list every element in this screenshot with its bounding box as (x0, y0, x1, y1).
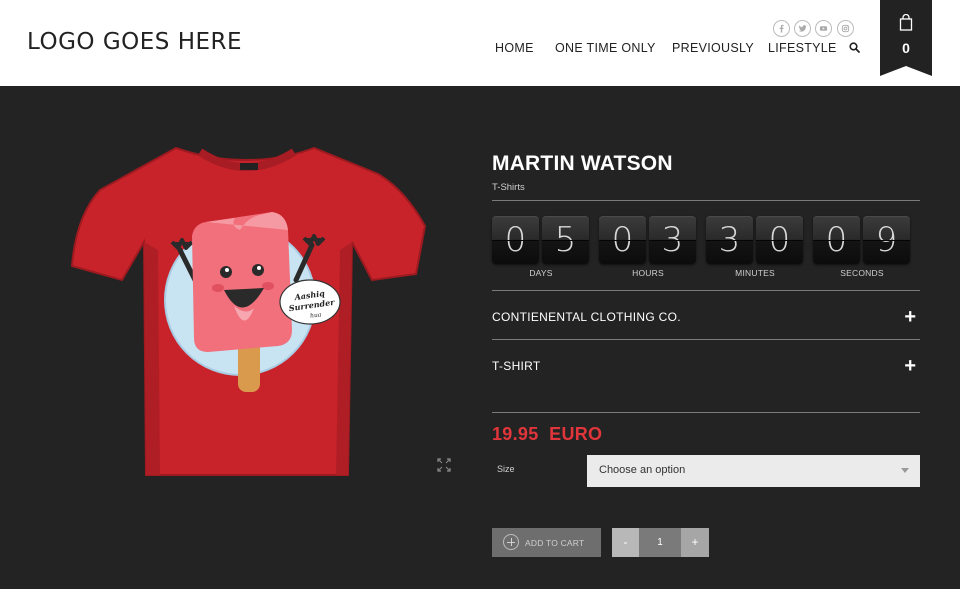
chevron-down-icon (901, 468, 909, 473)
countdown-digit: 0 (599, 216, 646, 264)
countdown-label-seconds: SECONDS (840, 268, 884, 278)
accordion-type-label: T-SHIRT (492, 359, 541, 373)
product-image[interactable]: Aashiq Surrender hua (60, 130, 440, 490)
countdown-label-hours: HOURS (632, 268, 664, 278)
plus-icon[interactable]: + (904, 356, 916, 376)
countdown-minutes: 3 0 MINUTES (706, 216, 804, 280)
size-select-value: Choose an option (599, 464, 686, 476)
countdown-digit: 0 (492, 216, 539, 264)
product-price: 19.95 EURO (492, 424, 603, 444)
plus-icon[interactable]: + (904, 307, 916, 327)
divider (492, 412, 920, 413)
size-select[interactable]: Choose an option (587, 455, 920, 487)
quantity-input[interactable] (639, 528, 681, 557)
facebook-icon[interactable] (773, 20, 790, 37)
add-to-cart-button[interactable]: ADD TO CART (492, 528, 601, 557)
search-icon[interactable] (848, 41, 862, 55)
quantity-decrease-button[interactable]: - (612, 528, 639, 557)
divider (492, 290, 920, 291)
site-header: LOGO GOES HERE HOME ONE TIME ONLY PREVIO… (0, 0, 960, 86)
cart-button[interactable]: 0 (880, 0, 932, 76)
add-circle-icon (503, 534, 519, 550)
shopping-bag-icon (899, 14, 913, 31)
cart-notch (880, 66, 932, 76)
divider (492, 339, 920, 340)
countdown-hours: 0 3 HOURS (599, 216, 697, 280)
countdown-digit: 3 (706, 216, 753, 264)
nav-home[interactable]: HOME (495, 41, 534, 55)
accordion-type[interactable]: T-SHIRT + (492, 356, 920, 377)
divider (492, 200, 920, 201)
nav-previously[interactable]: PREVIOUSLY (672, 41, 754, 55)
countdown-digit: 0 (756, 216, 803, 264)
product-category[interactable]: T-Shirts (492, 182, 525, 193)
product-title: MARTIN WATSON (492, 152, 673, 175)
countdown-timer: 0 5 DAYS 0 3 HOURS 3 0 MINUTES 0 9 SECON… (492, 216, 922, 280)
countdown-digit: 5 (542, 216, 589, 264)
cart-count: 0 (902, 40, 910, 56)
countdown-days: 0 5 DAYS (492, 216, 590, 280)
quantity-increase-button[interactable]: + (681, 528, 709, 557)
countdown-digit: 3 (649, 216, 696, 264)
accordion-brand-label: CONTIENENTAL CLOTHING CO. (492, 310, 681, 324)
nav-one-time-only[interactable]: ONE TIME ONLY (555, 41, 656, 55)
countdown-digit: 0 (813, 216, 860, 264)
accordion-brand[interactable]: CONTIENENTAL CLOTHING CO. + (492, 307, 920, 328)
countdown-label-minutes: MINUTES (735, 268, 775, 278)
expand-icon[interactable] (437, 458, 451, 472)
countdown-digit: 9 (863, 216, 910, 264)
add-to-cart-label: ADD TO CART (525, 538, 585, 548)
twitter-icon[interactable] (794, 20, 811, 37)
nav-lifestyle[interactable]: LIFESTYLE (768, 41, 837, 55)
youtube-icon[interactable] (815, 20, 832, 37)
instagram-icon[interactable] (837, 20, 854, 37)
size-label: Size (497, 464, 515, 474)
main-nav: HOME ONE TIME ONLY PREVIOUSLY LIFESTYLE (0, 41, 960, 57)
countdown-seconds: 0 9 SECONDS (813, 216, 911, 280)
countdown-label-days: DAYS (529, 268, 553, 278)
